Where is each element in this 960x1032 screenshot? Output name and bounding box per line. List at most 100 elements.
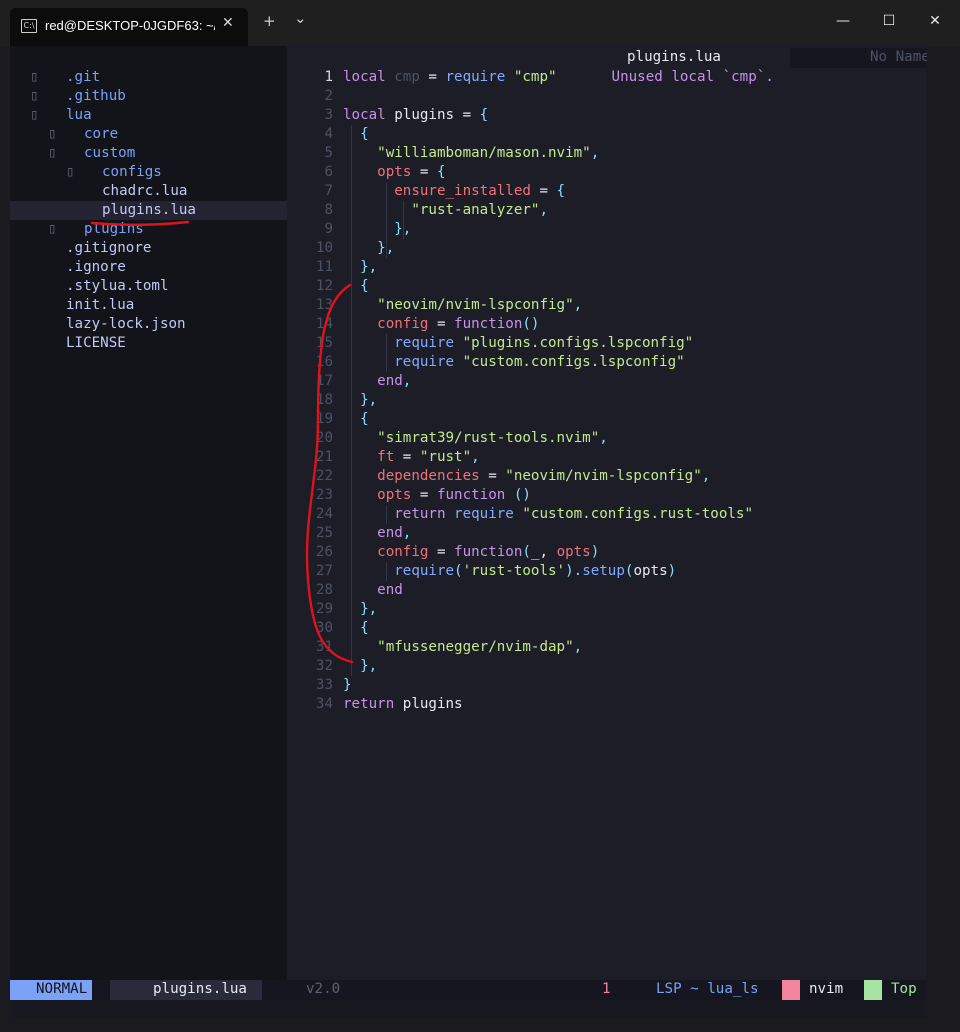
close-button[interactable]: ✕ [912, 8, 958, 34]
tree-item[interactable]: .gitignore [10, 239, 287, 258]
code-line[interactable]: require "plugins.configs.lspconfig" [343, 334, 693, 353]
code-line[interactable]: config = function() [343, 315, 539, 334]
code-line[interactable]: require "custom.configs.lspconfig" [343, 353, 684, 372]
code-token: { [360, 620, 369, 636]
code-line[interactable]: "mfussenegger/nvim-dap", [343, 638, 582, 657]
code-token: require [394, 354, 463, 370]
file-tree[interactable]: ▯ .git ▯ .github ▯ lua ▯ core ▯ custom ▯ conf… [10, 46, 287, 981]
folder-arrow-icon[interactable]: ▯ [30, 87, 47, 106]
code-line[interactable]: "williamboman/mason.nvim", [343, 144, 599, 163]
code-token: dependencies [377, 468, 480, 484]
folder-arrow-icon[interactable]: ▯ [48, 125, 65, 144]
code-line[interactable]: } [343, 676, 352, 695]
code-line[interactable]: "simrat39/rust-tools.nvim", [343, 429, 608, 448]
tree-item[interactable]: ▯ .git [10, 68, 287, 87]
code-line[interactable]: }, [343, 239, 394, 258]
code-line[interactable]: { [343, 410, 369, 429]
line-number: 25 [315, 525, 333, 541]
line-number: 3 [324, 107, 333, 123]
tree-item[interactable]: ▯ plugins [10, 220, 287, 239]
code-token: setup [582, 563, 625, 579]
code-line[interactable]: end, [343, 372, 411, 391]
code-token: plugins = [394, 107, 480, 123]
code-token: ensure_installed [394, 183, 531, 199]
folder-arrow-icon[interactable]: ▯ [48, 220, 65, 239]
code-line[interactable]: end [343, 581, 403, 600]
code-token: "rust-analyzer" [411, 202, 540, 218]
tree-item[interactable]: ▯ custom [10, 144, 287, 163]
code-line[interactable]: "neovim/nvim-lspconfig", [343, 296, 582, 315]
tree-item[interactable]: ▯ .github [10, 87, 287, 106]
code-line[interactable]: dependencies = "neovim/nvim-lspconfig", [343, 467, 710, 486]
code-line[interactable]: local plugins = { [343, 106, 488, 125]
line-number: 11 [315, 259, 333, 275]
code-line[interactable]: end, [343, 524, 411, 543]
code-line[interactable]: config = function(_, opts) [343, 543, 599, 562]
code-token: , [573, 639, 583, 655]
code-line[interactable]: { [343, 619, 369, 638]
code-line[interactable]: ft = "rust", [343, 448, 480, 467]
code-line[interactable]: return plugins [343, 695, 463, 714]
tree-item[interactable]: LICENSE [10, 334, 287, 353]
line-number: 22 [315, 468, 333, 484]
buffer-tab-inactive[interactable]: No Name [870, 48, 927, 67]
code-token: , [471, 449, 480, 465]
code-token: "neovim/nvim-lspconfig" [377, 297, 574, 313]
code-line[interactable]: opts = { [343, 163, 445, 182]
title-bar: C:\ red@DESKTOP-0JGDF63: ~/.c ✕ + ⌄ — ☐ … [0, 0, 960, 46]
editor-pane[interactable]: plugins.lua No Name 1 local cmp = require… [287, 46, 927, 981]
tab-close-icon[interactable]: ✕ [222, 15, 234, 31]
code-token: () [522, 316, 540, 332]
statusline-file: plugins.lua [153, 981, 247, 997]
folder-arrow-icon[interactable]: ▯ [30, 68, 47, 87]
code-line[interactable]: "rust-analyzer", [343, 201, 548, 220]
code-line[interactable]: }, [343, 391, 377, 410]
minimize-button[interactable]: — [820, 8, 866, 34]
tree-item[interactable]: lazy-lock.json [10, 315, 287, 334]
code-line[interactable]: }, [343, 657, 377, 676]
code-token: = [411, 487, 437, 503]
code-token: ) [590, 544, 600, 560]
code-line[interactable]: opts = function () [343, 486, 531, 505]
code-line[interactable]: require('rust-tools').setup(opts) [343, 562, 676, 581]
new-tab-button[interactable]: + [263, 12, 276, 30]
code-line[interactable]: }, [343, 220, 411, 239]
code-line[interactable]: }, [343, 600, 377, 619]
code-token: "simrat39/rust-tools.nvim" [377, 430, 600, 446]
buffer-tab-active[interactable]: plugins.lua [627, 48, 721, 67]
command-line[interactable] [10, 1000, 927, 1018]
code-token: , [539, 202, 549, 218]
code-token: require [394, 563, 455, 579]
code-line[interactable]: return require "custom.configs.rust-tool… [343, 505, 753, 524]
folder-arrow-icon[interactable]: ▯ [48, 144, 65, 163]
code-token: "mfussenegger/nvim-dap" [377, 639, 574, 655]
code-token: }, [360, 658, 378, 674]
tree-item[interactable]: .ignore [10, 258, 287, 277]
tree-item[interactable]: plugins.lua [10, 201, 287, 220]
tree-item[interactable]: .stylua.toml [10, 277, 287, 296]
tree-item[interactable]: ▯ lua [10, 106, 287, 125]
maximize-button[interactable]: ☐ [866, 8, 912, 34]
code-token: require [454, 506, 523, 522]
tree-item[interactable]: ▯ core [10, 125, 287, 144]
code-line[interactable]: ensure_installed = { [343, 182, 565, 201]
terminal-viewport[interactable]: ▯ .git ▯ .github ▯ lua ▯ core ▯ custom ▯ conf… [10, 46, 927, 1018]
tab-dropdown-icon[interactable]: ⌄ [294, 9, 307, 27]
folder-arrow-icon[interactable]: ▯ [66, 163, 83, 182]
code-line[interactable]: { [343, 125, 369, 144]
folder-arrow-icon[interactable]: ▯ [30, 106, 47, 125]
tree-item[interactable]: ▯ configs [10, 163, 287, 182]
code-line[interactable]: { [343, 277, 369, 296]
code-line[interactable]: local cmp = require "cmp" [343, 68, 557, 87]
tree-item[interactable]: init.lua [10, 296, 287, 315]
code-token: 'rust-tools' [462, 563, 566, 579]
code-token: () [513, 487, 531, 503]
terminal-tab[interactable]: C:\ red@DESKTOP-0JGDF63: ~/.c ✕ [10, 8, 248, 46]
code-line[interactable]: }, [343, 258, 377, 277]
tree-item[interactable]: chadrc.lua [10, 182, 287, 201]
